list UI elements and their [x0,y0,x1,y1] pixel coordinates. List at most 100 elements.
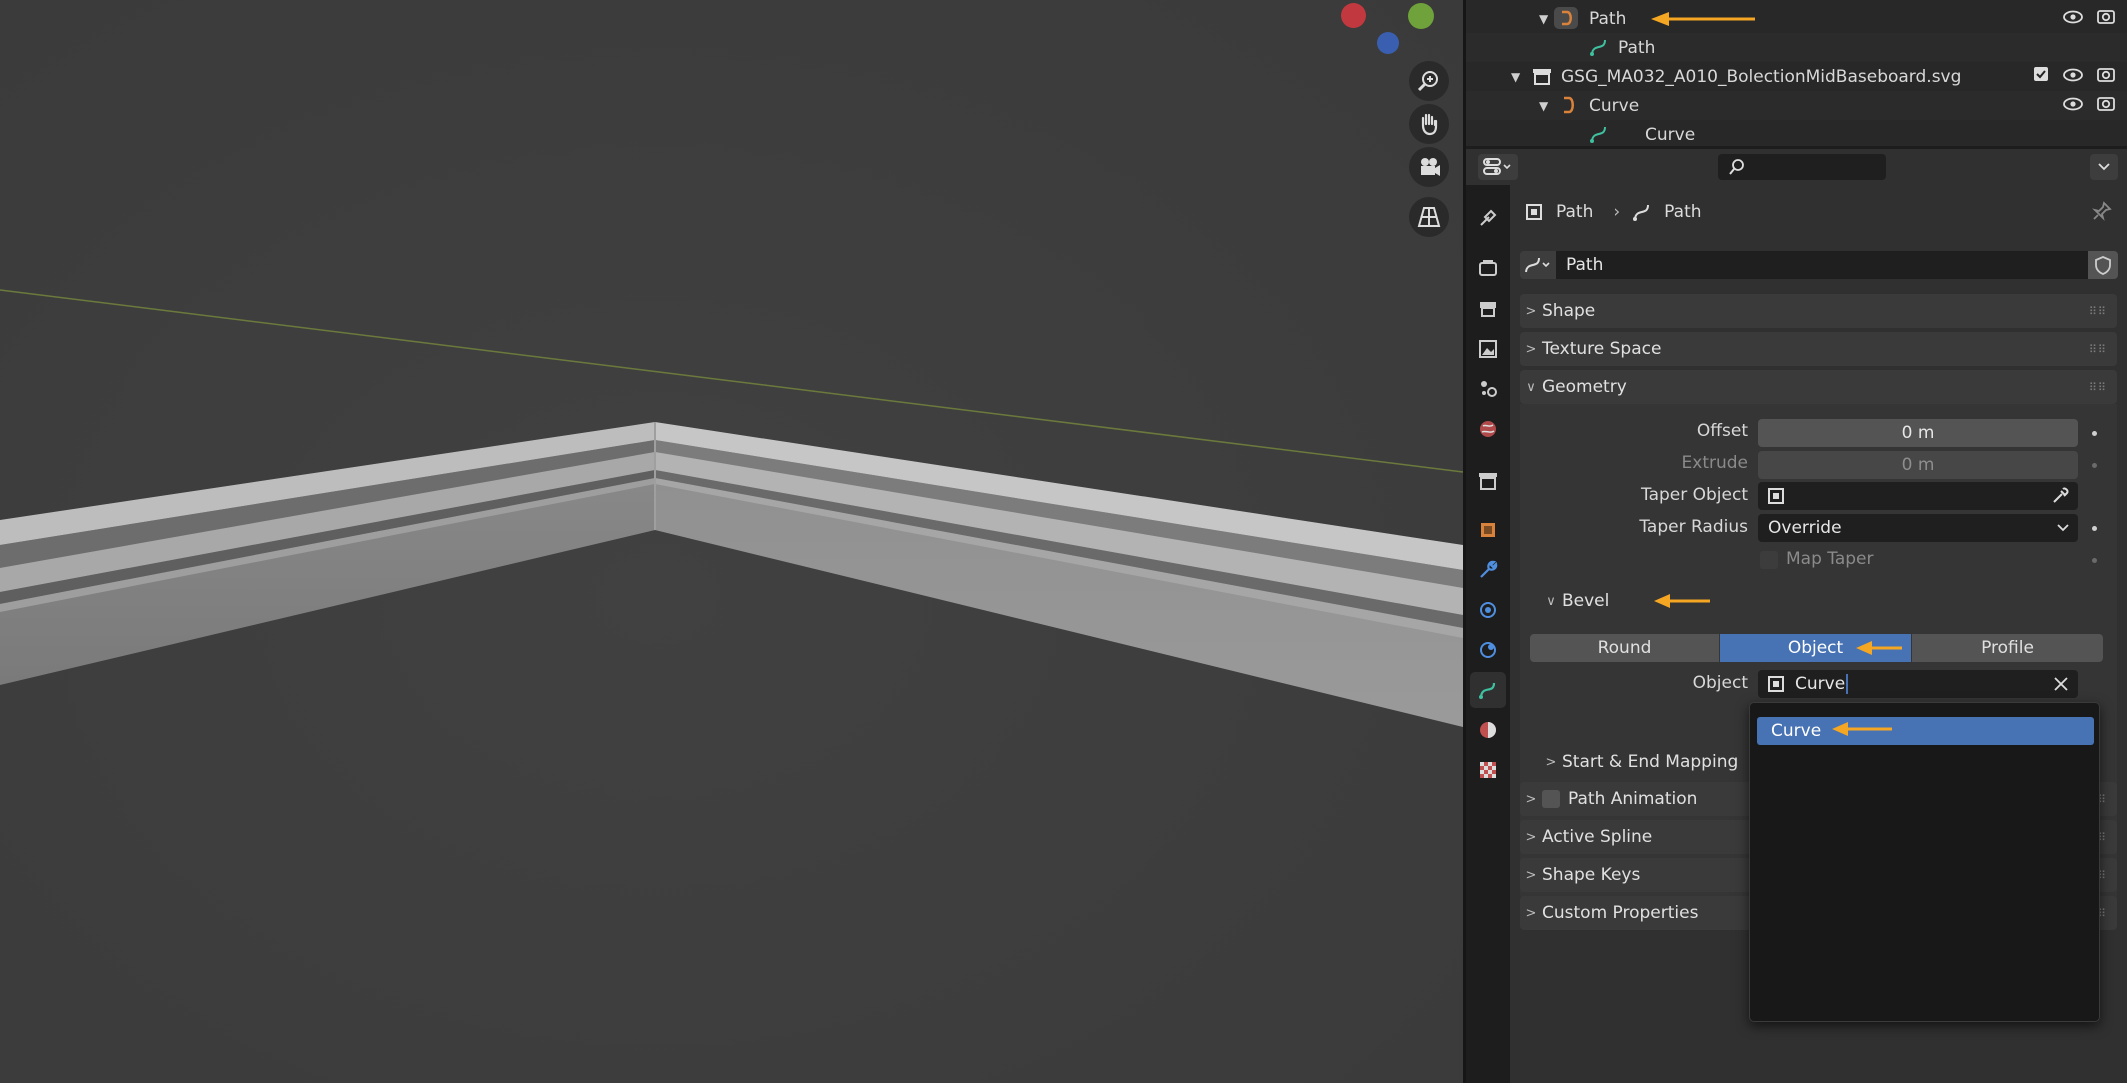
curve-data-icon [1525,257,1550,273]
outliner-row-path-data[interactable]: Path [1466,33,2127,62]
panel-texture-space[interactable]: > Texture Space ⠿⠿ [1520,332,2117,366]
map-taper-checkbox[interactable] [1760,551,1778,569]
tab-collection[interactable] [1470,463,1506,499]
map-taper-label: Map Taper [1786,549,1874,569]
offset-field[interactable]: 0 m [1758,419,2078,447]
gizmo-z-axis[interactable] [1377,32,1399,54]
tab-modifiers[interactable] [1470,552,1506,588]
clear-x-icon[interactable] [2052,675,2070,698]
drag-handle-icon[interactable]: ⠿⠿ [2089,305,2107,318]
eye-icon[interactable] [2063,9,2083,29]
tab-world[interactable] [1470,411,1506,447]
panel-shape-keys-title: Shape Keys [1542,865,1641,885]
outliner-label: Curve [1645,124,1696,145]
bevel-object-input[interactable]: Curve [1758,670,2078,698]
tab-output[interactable] [1470,291,1506,327]
taper-object-field[interactable] [1758,482,2078,510]
object-search-dropdown[interactable]: Curve [1749,702,2100,1022]
eyedropper-icon[interactable] [2050,486,2070,511]
taper-radius-select[interactable]: Override [1758,514,2078,542]
keyframe-dot[interactable] [2092,558,2097,563]
datablock-browse-button[interactable] [1520,251,1556,279]
tab-tool[interactable] [1470,200,1506,236]
datablock-selector[interactable]: Path [1520,251,2110,279]
gizmo-x-axis[interactable] [1341,3,1366,28]
camera-view-button[interactable] [1409,147,1449,187]
curve-data-icon [1633,204,1650,221]
options-dropdown-button[interactable] [2090,154,2118,180]
drag-handle-icon[interactable]: ⠿⠿ [2089,343,2107,356]
annotation-arrow [1856,641,1902,655]
tab-object[interactable] [1470,512,1506,548]
editor-type-button[interactable] [1478,154,1518,180]
gizmo-y-axis[interactable] [1408,3,1434,29]
path-animation-checkbox[interactable] [1542,790,1560,808]
expand-triangle-icon[interactable]: ▼ [1511,70,1520,84]
expand-triangle-icon[interactable]: ▼ [1539,12,1548,26]
outliner[interactable]: ▼ Path Path ▼ GSG_MA032_A010_BolectionMi… [1466,0,2127,146]
eye-icon[interactable] [2063,96,2083,116]
chevron-right-icon: > [1525,303,1537,319]
outliner-label: Path [1589,8,1627,29]
start-end-mapping-title: Start & End Mapping [1562,752,1739,772]
panel-geometry-title: Geometry [1542,377,1627,397]
3d-viewport[interactable] [0,0,1463,1083]
checkbox-icon[interactable] [2033,66,2049,87]
zoom-button[interactable] [1409,61,1449,101]
render-camera-icon[interactable] [2097,8,2115,29]
bevel-mode-profile[interactable]: Profile [1912,634,2103,662]
pin-icon[interactable] [2091,200,2113,226]
tab-curve-data[interactable] [1470,672,1506,708]
render-camera-icon[interactable] [2097,66,2115,87]
chevron-right-icon: > [1525,829,1537,845]
tab-particles[interactable] [1470,592,1506,628]
tab-view-layer[interactable] [1470,331,1506,367]
outliner-label: GSG_MA032_A010_BolectionMidBaseboard.svg [1561,66,1962,87]
bevel-title: Bevel [1562,591,1610,611]
panel-geometry[interactable]: ∨ Geometry ⠿⠿ [1520,370,2117,404]
scene-icon [1481,381,1497,397]
keyframe-dot[interactable] [2092,526,2097,531]
dropdown-item-curve[interactable]: Curve [1757,717,2094,745]
world-icon [1480,421,1496,437]
texture-icon [1480,762,1496,778]
keyframe-dot[interactable] [2092,431,2097,436]
outliner-row-path-object[interactable]: ▼ Path [1466,4,2127,33]
pan-button[interactable] [1409,104,1449,144]
outliner-row-curve-object[interactable]: ▼ Curve [1466,91,2127,120]
outliner-label: Curve [1589,95,1640,116]
expand-triangle-icon[interactable]: ▼ [1539,99,1548,113]
bevel-mode-round[interactable]: Round [1530,634,1719,662]
outliner-row-collection[interactable]: ▼ GSG_MA032_A010_BolectionMidBaseboard.s… [1466,62,2127,91]
chevron-down-icon: ∨ [1546,593,1556,609]
perspective-toggle-button[interactable] [1409,197,1449,237]
material-icon [1480,722,1496,738]
properties-editor-icon [1483,158,1511,175]
render-icon [1479,260,1497,276]
tab-material[interactable] [1470,712,1506,748]
collection-icon [1532,67,1552,90]
search-icon [1729,159,1744,175]
properties-search-input[interactable] [1718,154,1886,180]
drag-handle-icon[interactable]: ⠿⠿ [2089,381,2107,394]
eye-icon[interactable] [2063,67,2083,87]
curve-object-icon [1554,7,1578,29]
object-icon [1768,488,1784,504]
area-divider[interactable] [1463,0,1466,1083]
panel-shape[interactable]: > Shape ⠿⠿ [1520,294,2117,328]
subpanel-bevel[interactable]: ∨ Bevel [1540,586,1609,616]
chevron-right-icon: > [1525,905,1537,921]
annotation-arrow [1654,594,1710,608]
particles-icon [1480,602,1496,618]
tab-scene[interactable] [1470,370,1506,406]
render-camera-icon[interactable] [2097,95,2115,116]
tab-physics[interactable] [1470,632,1506,668]
fake-user-shield-icon[interactable] [2088,251,2118,279]
outliner-row-curve-data[interactable]: Curve [1466,120,2127,146]
datablock-name-field[interactable]: Path [1556,251,2110,279]
tab-texture[interactable] [1470,752,1506,788]
keyframe-dot[interactable] [2092,463,2097,468]
extrude-field[interactable]: 0 m [1758,451,2078,479]
subpanel-start-end-mapping[interactable]: > Start & End Mapping [1540,747,1739,777]
tab-render[interactable] [1470,250,1506,286]
